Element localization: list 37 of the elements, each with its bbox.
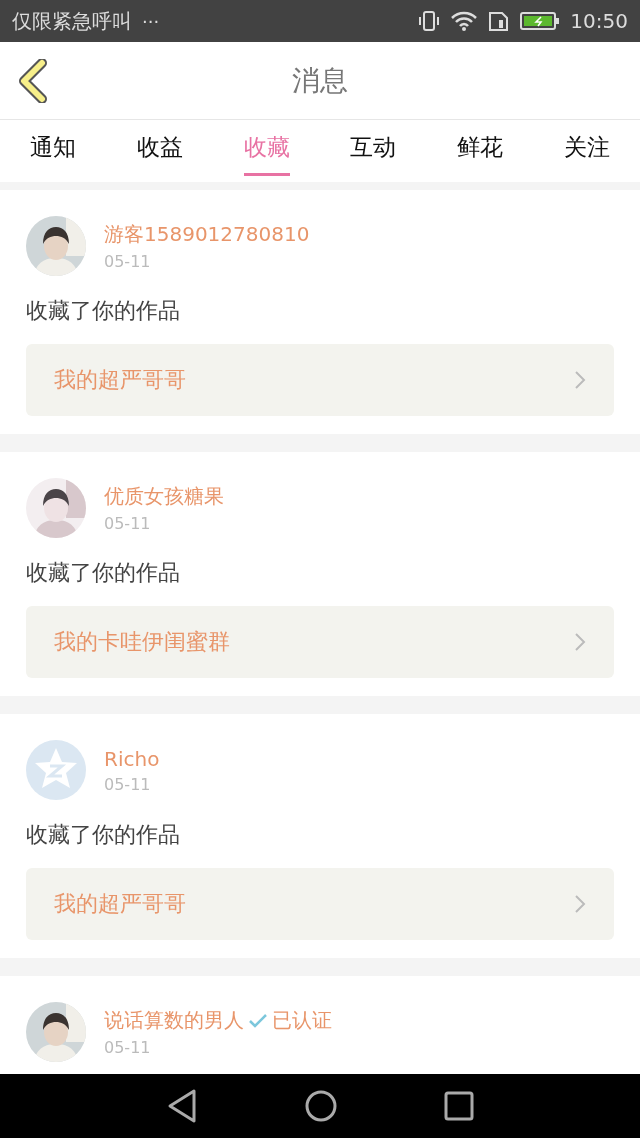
- chevron-right-icon: [574, 894, 586, 914]
- message-date: 05-11: [104, 1038, 152, 1057]
- user-name: 优质女孩糖果: [104, 483, 224, 510]
- message-date: 05-11: [104, 774, 152, 794]
- verified-label: 已认证: [272, 1007, 332, 1034]
- tab[interactable]: 收益: [137, 120, 183, 176]
- clock: 10:50: [570, 9, 628, 33]
- tab[interactable]: 鲜花: [457, 120, 503, 176]
- tab[interactable]: 关注: [563, 120, 610, 176]
- more-indicator: ···: [142, 10, 160, 32]
- back-icon[interactable]: [16, 59, 48, 103]
- default-avatar-icon: [26, 740, 86, 800]
- tab[interactable]: 通知: [30, 120, 77, 176]
- vibrate-icon: [418, 10, 441, 32]
- user-name: 说话算数的男人: [104, 1007, 244, 1034]
- battery-icon: [520, 11, 561, 31]
- sim-icon: [488, 10, 511, 32]
- work-title: 我的超严哥哥: [54, 890, 186, 918]
- work-title: 我的超严哥哥: [54, 366, 186, 394]
- page-title: 消息: [292, 62, 348, 99]
- recents-icon[interactable]: [444, 1091, 474, 1121]
- home-icon[interactable]: [304, 1089, 338, 1123]
- message-date: 05-11: [104, 514, 152, 533]
- user-name: Richo: [104, 746, 160, 771]
- check-icon: [248, 1012, 268, 1029]
- chevron-right-icon: [574, 632, 586, 652]
- work-title: 我的卡哇伊闺蜜群: [54, 628, 230, 656]
- wifi-icon: [450, 10, 479, 32]
- message-text: 收藏了你的作品: [26, 559, 181, 587]
- back-nav-icon[interactable]: [166, 1088, 198, 1124]
- chevron-right-icon: [574, 370, 586, 390]
- message-text: 收藏了你的作品: [26, 821, 181, 849]
- status-text: 仅限紧急呼叫: [12, 7, 132, 35]
- message-text: 收藏了你的作品: [26, 297, 181, 325]
- tab[interactable]: 互动: [350, 120, 397, 176]
- user-name: 游客1589012780810: [104, 221, 310, 248]
- message-date: 05-11: [104, 252, 152, 271]
